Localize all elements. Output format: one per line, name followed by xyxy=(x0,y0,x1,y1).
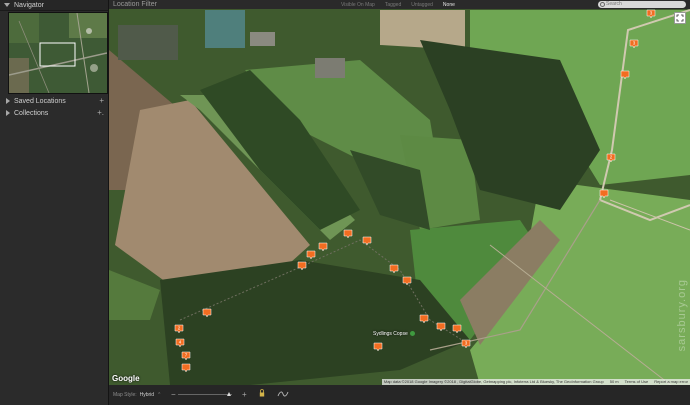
fullscreen-button[interactable] xyxy=(674,12,686,24)
watermark: sarsbury.org xyxy=(676,278,688,351)
google-logo: Google xyxy=(112,374,140,383)
expand-triangle-icon xyxy=(6,110,10,116)
search-icon xyxy=(600,2,605,7)
saved-locations-row[interactable]: Saved Locations + xyxy=(0,96,108,106)
lock-icon[interactable] xyxy=(259,389,265,397)
tracklog-icon[interactable] xyxy=(277,390,289,398)
left-panel: Navigator Saved Locations + Collections … xyxy=(0,0,109,405)
zoom-slider[interactable] xyxy=(178,392,232,396)
navigator-map-preview[interactable] xyxy=(8,12,108,94)
satellite-map-image: 33224 37 xyxy=(109,9,690,385)
map-toolbar: Map Style: Hybrid ⌃ − + xyxy=(109,385,690,405)
collections-row[interactable]: Collections +. xyxy=(0,108,108,118)
saved-locations-label: Saved Locations xyxy=(14,97,66,105)
filter-visible-on-map[interactable]: Visible On Map xyxy=(341,2,375,8)
location-filter-bar: Location Filter Visible On Map Tagged Un… xyxy=(109,0,690,9)
add-collection-button[interactable]: +. xyxy=(97,108,104,117)
collapse-triangle-icon xyxy=(4,3,10,7)
navigator-title: Navigator xyxy=(14,1,44,9)
collections-label: Collections xyxy=(14,109,49,117)
poi-label: Sydlings Copse xyxy=(373,331,408,337)
filter-tagged[interactable]: Tagged xyxy=(385,2,401,8)
navigator-map-image xyxy=(9,13,107,93)
zoom-in-button[interactable]: + xyxy=(242,390,247,399)
filter-none[interactable]: None xyxy=(443,2,455,8)
expand-icon xyxy=(676,14,684,22)
search-placeholder: Search xyxy=(606,1,622,7)
park-icon xyxy=(409,331,415,337)
map-style-label: Map Style: xyxy=(113,392,137,398)
zoom-out-button[interactable]: − xyxy=(171,390,176,399)
map-style-chevron-icon[interactable]: ⌃ xyxy=(157,392,161,398)
expand-triangle-icon xyxy=(6,98,10,104)
location-filter-title: Location Filter xyxy=(113,1,157,8)
filter-options: Visible On Map Tagged Untagged None xyxy=(341,0,455,9)
map-style-select[interactable]: Hybrid xyxy=(140,392,154,398)
map-view[interactable]: 3322437 Sydlings Copse Google sarsbury.o… xyxy=(109,9,690,385)
poi-sydlings-copse[interactable]: Sydlings Copse xyxy=(373,331,415,337)
add-saved-location-button[interactable]: + xyxy=(99,96,104,105)
filter-untagged[interactable]: Untagged xyxy=(411,2,433,8)
navigator-header[interactable]: Navigator xyxy=(0,0,108,11)
zoom-slider-knob[interactable] xyxy=(226,392,231,396)
search-input[interactable]: Search xyxy=(598,1,686,8)
